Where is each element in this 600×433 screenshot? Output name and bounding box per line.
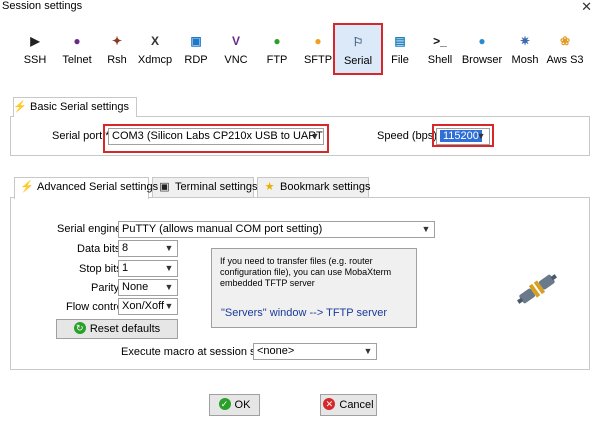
tftp-servers-hint: "Servers" window --> TFTP server — [221, 307, 388, 319]
basic-serial-settings-label: Basic Serial settings — [30, 101, 130, 113]
session-type-ftp[interactable]: ● FTP — [255, 24, 299, 74]
tab-label: Terminal settings — [175, 181, 258, 193]
session-type-label: Aws S3 — [546, 54, 584, 66]
session-type-label: File — [391, 54, 409, 66]
chevron-down-icon: ▼ — [421, 224, 431, 234]
session-type-telnet[interactable]: ● Telnet — [55, 24, 99, 74]
tab-bookmark-settings[interactable]: ★ Bookmark settings — [257, 177, 371, 198]
session-type-label: Browser — [461, 54, 503, 66]
ftp-icon: ● — [273, 34, 281, 48]
session-type-ssh[interactable]: ▶ SSH — [13, 24, 57, 74]
serial-engine-select[interactable]: PuTTY (allows manual COM port setting) ▼ — [118, 221, 435, 238]
tab-label: Advanced Serial settings — [37, 181, 159, 193]
serial-plug-icon — [517, 274, 557, 304]
ok-label: OK — [234, 399, 251, 411]
mosh-icon: ✷ — [519, 34, 531, 48]
serial-port-select[interactable]: COM3 (Silicon Labs CP210x USB to UART Br… — [108, 128, 324, 145]
reset-defaults-label: Reset defaults — [89, 323, 161, 335]
basic-serial-settings-header: ⚡ Basic Serial settings — [13, 97, 137, 117]
serial-icon: ⚐ — [352, 35, 364, 49]
data-bits-value: 8 — [122, 242, 129, 254]
check-icon: ✓ — [218, 398, 231, 411]
speed-select[interactable]: 115200 ▼ — [436, 128, 490, 145]
ok-button[interactable]: ✓ OK — [209, 394, 260, 416]
flow-control-label: Flow control — [66, 301, 126, 313]
session-type-browser[interactable]: ● Browser — [460, 24, 504, 74]
shell-icon: >_ — [433, 34, 447, 48]
browser-icon: ● — [478, 34, 486, 48]
chevron-down-icon: ▼ — [164, 282, 174, 292]
cancel-icon: ✕ — [323, 398, 336, 411]
session-type-xdmcp[interactable]: X Xdmcp — [133, 24, 177, 74]
session-type-label: SSH — [23, 54, 47, 66]
serial-engine-value: PuTTY (allows manual COM port setting) — [122, 223, 323, 235]
reset-defaults-button[interactable]: ↻ Reset defaults — [56, 319, 178, 339]
aws-s3-icon: ❀ — [559, 34, 571, 48]
chevron-down-icon: ▼ — [476, 131, 486, 141]
session-type-label: Telnet — [62, 54, 92, 66]
serial-engine-label: Serial engine: — [57, 223, 125, 235]
xdmcp-icon: X — [150, 34, 159, 48]
session-type-serial[interactable]: ⚐ Serial — [333, 23, 383, 75]
session-type-shell[interactable]: >_ Shell — [418, 24, 462, 74]
cancel-label: Cancel — [339, 399, 374, 411]
session-type-file[interactable]: ▤ File — [378, 24, 422, 74]
session-type-label: Shell — [427, 54, 453, 66]
chevron-down-icon: ▼ — [164, 243, 174, 253]
file-icon: ▤ — [394, 34, 406, 48]
macro-select[interactable]: <none> ▼ — [253, 343, 377, 360]
stop-bits-label: Stop bits — [79, 263, 122, 275]
serial-plug-icon: ⚡ — [13, 101, 27, 113]
stop-bits-value: 1 — [122, 262, 129, 274]
parity-select[interactable]: None ▼ — [118, 279, 178, 296]
bookmark-star-icon: ★ — [264, 181, 275, 193]
cancel-button[interactable]: ✕ Cancel — [320, 394, 377, 416]
session-type-mosh[interactable]: ✷ Mosh — [503, 24, 547, 74]
session-type-label: RDP — [184, 54, 208, 66]
vnc-icon: V — [231, 34, 240, 48]
serial-port-label: Serial port * — [52, 130, 110, 142]
ssh-icon: ▶ — [30, 34, 40, 48]
chevron-down-icon: ▼ — [164, 263, 174, 273]
session-type-label: Xdmcp — [137, 54, 173, 66]
macro-value: <none> — [257, 345, 295, 357]
session-type-vnc[interactable]: V VNC — [214, 24, 258, 74]
session-type-aws-s3[interactable]: ❀ Aws S3 — [543, 24, 587, 74]
flow-control-select[interactable]: Xon/Xoff ▼ — [118, 298, 178, 315]
tab-label: Bookmark settings — [280, 181, 371, 193]
session-type-toolbar: ▶ SSH ● Telnet ✦ Rsh X Xdmcp ▣ RDP V VNC ● FTP ● SFTP ⚐ S… — [0, 23, 600, 75]
tab-advanced-serial-settings[interactable]: ⚡ Advanced Serial settings — [14, 177, 158, 199]
rsh-icon: ✦ — [111, 34, 123, 48]
advanced-serial-icon: ⚡ — [20, 181, 34, 193]
session-type-rdp[interactable]: ▣ RDP — [174, 24, 218, 74]
data-bits-label: Data bits — [77, 243, 121, 255]
telnet-icon: ● — [73, 34, 81, 48]
data-bits-select[interactable]: 8 ▼ — [118, 240, 178, 257]
window-title: Session settings — [2, 0, 83, 12]
reset-icon: ↻ — [73, 322, 86, 335]
stop-bits-select[interactable]: 1 ▼ — [118, 260, 178, 277]
tftp-info-text: If you need to transfer files (e.g. rout… — [220, 256, 392, 288]
flow-control-value: Xon/Xoff — [122, 300, 164, 312]
tab-terminal-settings[interactable]: ▣ Terminal settings — [152, 177, 258, 198]
rdp-icon: ▣ — [190, 34, 202, 48]
session-type-label: FTP — [266, 54, 288, 66]
parity-value: None — [122, 281, 149, 293]
macro-label: Execute macro at session start: — [121, 346, 275, 358]
terminal-settings-icon: ▣ — [159, 181, 170, 193]
chevron-down-icon: ▼ — [164, 301, 174, 311]
parity-label: Parity — [91, 282, 120, 294]
chevron-down-icon: ▼ — [310, 131, 320, 141]
session-type-label: Serial — [343, 55, 373, 67]
session-type-label: Mosh — [511, 54, 539, 66]
close-icon[interactable]: ✕ — [581, 0, 592, 13]
chevron-down-icon: ▼ — [363, 346, 373, 356]
serial-port-value: COM3 (Silicon Labs CP210x USB to UART Br — [112, 130, 324, 142]
sftp-icon: ● — [314, 34, 322, 48]
session-type-label: VNC — [224, 54, 248, 66]
